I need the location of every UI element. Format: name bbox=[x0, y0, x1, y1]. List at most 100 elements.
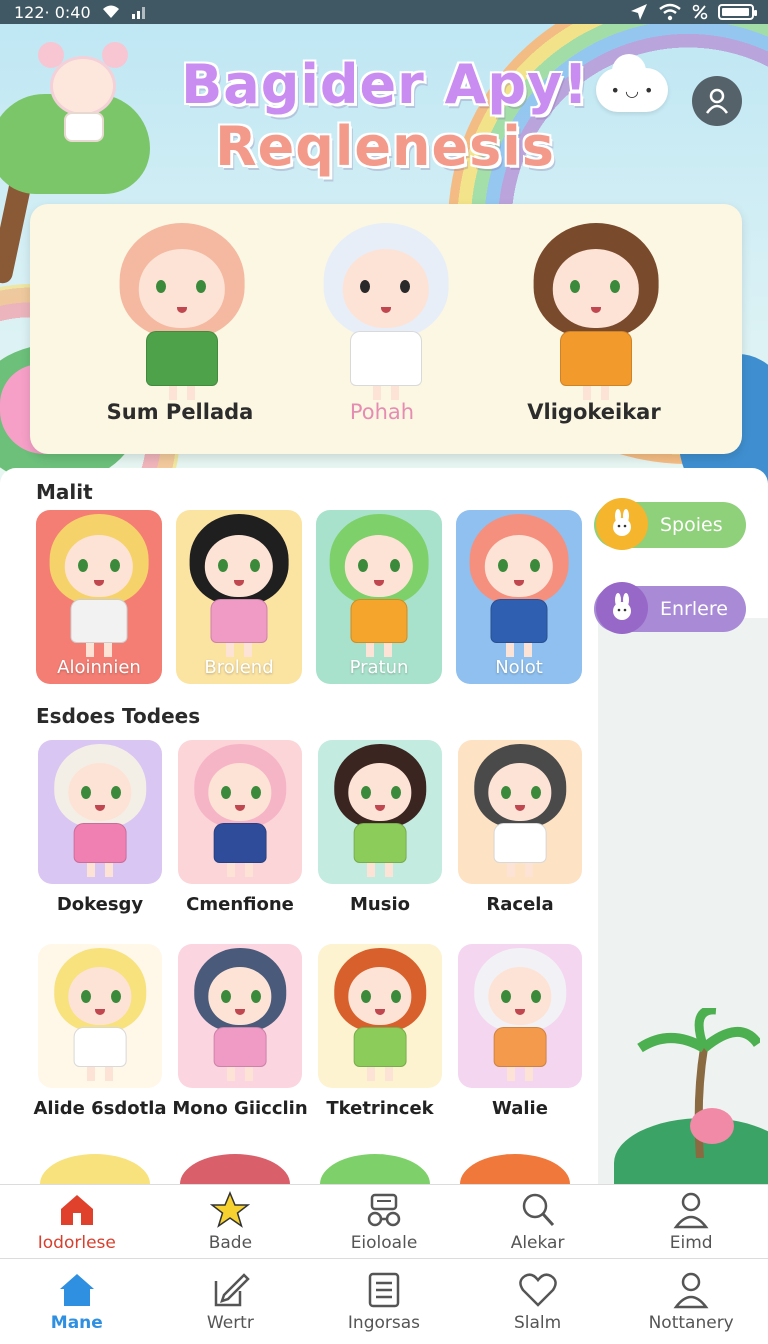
tab-profile[interactable]: Nottanery bbox=[614, 1259, 768, 1344]
character-face bbox=[344, 534, 414, 598]
status-time: 122· 0:40 bbox=[14, 2, 91, 22]
character-shirt bbox=[490, 599, 548, 643]
tab-list[interactable]: Ingorsas bbox=[307, 1259, 461, 1344]
bunny-icon bbox=[596, 582, 648, 634]
status-bar: 122· 0:40 bbox=[0, 0, 768, 24]
character-tile-name: Mono Giicclin bbox=[172, 1098, 308, 1119]
side-button-2-label: Enrlere bbox=[660, 598, 728, 620]
character-tile[interactable] bbox=[318, 944, 442, 1088]
featured-character-2[interactable] bbox=[306, 218, 466, 408]
tab-home[interactable]: Mane bbox=[0, 1259, 154, 1344]
character-shirt bbox=[73, 822, 127, 864]
character-shirt bbox=[493, 1026, 547, 1068]
character-tile-name: Tketrincek bbox=[326, 1098, 434, 1119]
character-peek bbox=[460, 1154, 570, 1184]
app-title: Bagider Apy! Reqlenesis bbox=[170, 54, 600, 178]
character-card[interactable]: Brolend bbox=[176, 510, 302, 684]
character-shirt bbox=[210, 599, 268, 643]
secondary-nav-bar: Iodorlese Bade Eioloale Alekar Eimd bbox=[0, 1184, 768, 1258]
mascot-character bbox=[38, 38, 128, 148]
character-face bbox=[138, 249, 226, 329]
nav-top-item-2[interactable]: Bade bbox=[154, 1185, 308, 1258]
tab-favorites[interactable]: Slalm bbox=[461, 1259, 615, 1344]
character-shirt bbox=[560, 330, 632, 386]
featured-character-3[interactable] bbox=[516, 218, 676, 408]
character-figure bbox=[176, 510, 302, 660]
character-shirt bbox=[353, 1026, 407, 1068]
character-figure bbox=[456, 510, 582, 660]
character-face bbox=[488, 966, 552, 1025]
side-button-1-label: Spoies bbox=[660, 514, 723, 536]
section-title-2: Esdoes Todees bbox=[36, 704, 201, 728]
character-tile[interactable] bbox=[178, 944, 302, 1088]
percent-icon bbox=[692, 4, 708, 20]
character-face bbox=[68, 966, 132, 1025]
character-figure bbox=[318, 944, 442, 1088]
home-icon bbox=[59, 1273, 94, 1306]
character-shirt bbox=[350, 330, 422, 386]
character-legs bbox=[227, 863, 253, 878]
character-tile[interactable] bbox=[178, 740, 302, 884]
featured-character-1[interactable] bbox=[102, 218, 262, 408]
character-figure bbox=[178, 740, 302, 884]
battery-icon bbox=[718, 4, 757, 20]
character-tile-name: Walie bbox=[492, 1098, 548, 1119]
character-card-name: Nolot bbox=[495, 657, 543, 678]
character-shirt bbox=[146, 330, 218, 386]
character-face bbox=[208, 966, 272, 1025]
side-button-2[interactable]: Enrlere bbox=[594, 582, 746, 634]
character-legs bbox=[373, 386, 399, 400]
profile-button[interactable] bbox=[692, 76, 742, 126]
character-tile[interactable] bbox=[38, 944, 162, 1088]
nav-top-label-4: Alekar bbox=[510, 1232, 565, 1253]
character-legs bbox=[226, 643, 252, 657]
character-card[interactable]: Nolot bbox=[456, 510, 582, 684]
star-icon bbox=[210, 1190, 251, 1228]
cloud-face-icon[interactable]: • ◡ • bbox=[596, 54, 668, 112]
character-eye bbox=[569, 280, 580, 294]
character-shirt bbox=[350, 599, 408, 643]
nav-top-item-1[interactable]: Iodorlese bbox=[0, 1185, 154, 1258]
nav-top-item-5[interactable]: Eimd bbox=[614, 1185, 768, 1258]
character-tile[interactable] bbox=[458, 740, 582, 884]
tab-favorites-label: Slalm bbox=[513, 1312, 562, 1333]
nav-top-item-4[interactable]: Alekar bbox=[461, 1185, 615, 1258]
character-shirt bbox=[73, 1026, 127, 1068]
character-shirt bbox=[493, 822, 547, 864]
character-eye bbox=[80, 989, 91, 1003]
character-legs bbox=[169, 386, 195, 400]
character-eye bbox=[250, 785, 261, 799]
character-eye bbox=[359, 280, 370, 294]
app-title-line2: Reqlenesis bbox=[215, 115, 555, 178]
character-tile[interactable] bbox=[38, 740, 162, 884]
tab-write-label: Wertr bbox=[206, 1312, 254, 1333]
character-eye bbox=[250, 989, 261, 1003]
nav-top-label-3: Eioloale bbox=[350, 1232, 418, 1253]
character-card[interactable]: Aloinnien bbox=[36, 510, 162, 684]
search-icon bbox=[522, 1193, 554, 1226]
character-eye bbox=[500, 989, 511, 1003]
header-banner: Bagider Apy! Reqlenesis • ◡ • Sum Pellad… bbox=[0, 24, 768, 484]
character-legs bbox=[583, 386, 609, 400]
heart-icon bbox=[518, 1272, 557, 1307]
tab-write[interactable]: Wertr bbox=[154, 1259, 308, 1344]
nav-top-item-3[interactable]: Eioloale bbox=[307, 1185, 461, 1258]
character-legs bbox=[87, 863, 113, 878]
character-tile[interactable] bbox=[318, 740, 442, 884]
character-figure bbox=[178, 944, 302, 1088]
side-button-1[interactable]: Spoies bbox=[594, 498, 746, 550]
character-legs bbox=[86, 643, 112, 657]
signal-icon bbox=[131, 7, 145, 19]
character-eye bbox=[530, 785, 541, 799]
character-eye bbox=[220, 989, 231, 1003]
character-tile[interactable] bbox=[458, 944, 582, 1088]
character-eye bbox=[110, 989, 121, 1003]
character-face bbox=[484, 534, 554, 598]
character-figure bbox=[458, 944, 582, 1088]
app-title-line1: Bagider Apy! bbox=[181, 53, 589, 116]
character-card[interactable]: Pratun bbox=[316, 510, 442, 684]
character-peek bbox=[40, 1154, 150, 1184]
bottom-tab-bar: Mane Wertr Ingorsas Slalm Nottanery bbox=[0, 1258, 768, 1344]
character-eye bbox=[390, 989, 401, 1003]
character-shirt bbox=[70, 599, 128, 643]
